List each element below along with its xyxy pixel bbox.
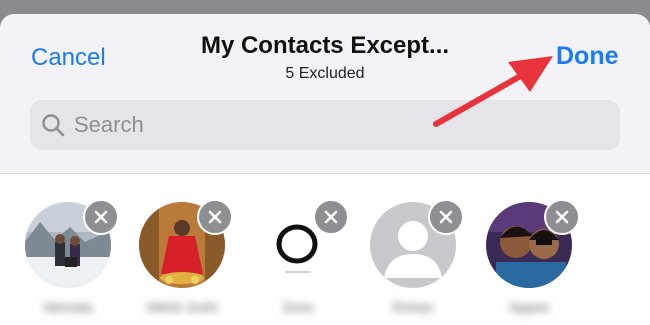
remove-contact-button[interactable]	[83, 199, 119, 235]
contact-item[interactable]: Appee	[486, 199, 596, 324]
share-sheet: Cancel My Contacts Except... 5 Excluded …	[0, 14, 650, 325]
remove-contact-button[interactable]	[428, 199, 464, 235]
close-icon	[439, 210, 453, 224]
close-icon	[555, 210, 569, 224]
contact-name: Nikhil Joshi	[146, 299, 218, 315]
close-icon	[208, 210, 222, 224]
remove-contact-button[interactable]	[544, 199, 580, 235]
contact-name: Appee	[508, 299, 550, 315]
search-input[interactable]	[72, 111, 596, 139]
remove-contact-button[interactable]	[197, 199, 233, 235]
page-title: My Contacts Except...	[200, 32, 450, 59]
contact-item[interactable]: Rohan	[370, 199, 480, 324]
close-icon	[94, 210, 108, 224]
contact-name: Rohan	[392, 299, 434, 315]
excluded-contacts-list: Nimrata Nikhil Joshi Dora Rohan Appee	[0, 174, 650, 325]
search-bar[interactable]	[30, 100, 620, 150]
contact-item[interactable]: Nimrata	[25, 199, 135, 324]
done-button[interactable]: Done	[556, 42, 619, 71]
excluded-count: 5 Excluded	[285, 65, 365, 82]
contact-item[interactable]: Nikhil Joshi	[139, 199, 249, 324]
close-icon	[324, 210, 338, 224]
search-icon	[42, 114, 65, 137]
contact-item[interactable]: Dora	[255, 199, 365, 324]
contact-name: Nimrata	[43, 299, 93, 315]
contact-name: Dora	[282, 299, 314, 315]
remove-contact-button[interactable]	[313, 199, 349, 235]
